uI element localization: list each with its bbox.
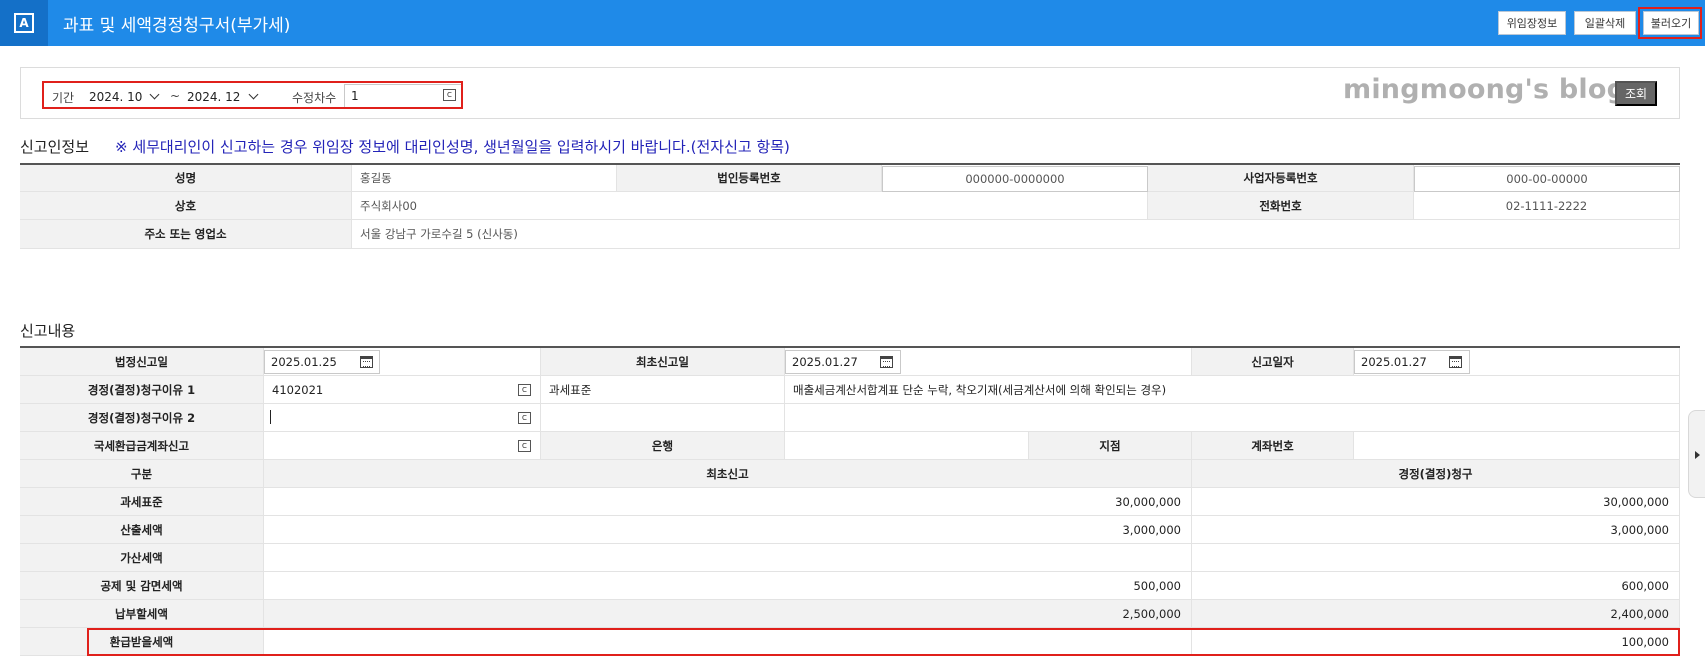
row-label: 환급받을세액: [20, 628, 264, 656]
refund-account-label: 국세환급금계좌신고: [20, 432, 264, 460]
calendar-icon[interactable]: [880, 356, 893, 368]
reason2-label: 경정(결정)청구이유 2: [20, 404, 264, 432]
row-label: 납부할세액: [20, 600, 264, 628]
col-initial-header: 최초신고: [264, 460, 1192, 488]
search-button[interactable]: 조회: [1615, 81, 1657, 106]
bulk-delete-button[interactable]: 일괄삭제: [1574, 11, 1636, 35]
code-lookup-icon[interactable]: C: [518, 440, 531, 452]
biz-reg-value: 000-00-00000: [1414, 166, 1680, 192]
row-initial-value: 30,000,000: [264, 488, 1192, 516]
row-claim-value: [1192, 544, 1680, 572]
corp-reg-label: 법인등록번호: [617, 165, 882, 192]
legal-date-value: 2025.01.25: [271, 355, 337, 369]
period-separator: ~: [170, 89, 181, 103]
report-date-label: 신고일자: [1192, 348, 1354, 376]
branch-label: 지점: [1029, 432, 1192, 460]
row-claim-value: 3,000,000: [1192, 516, 1680, 544]
scrollbar[interactable]: [1690, 48, 1702, 664]
reason1-code-value: 4102021: [272, 382, 324, 397]
code-lookup-icon[interactable]: C: [443, 89, 456, 101]
phone-value: 02-1111-2222: [1414, 192, 1680, 220]
page-title: 과표 및 세액경정청구서(부가세): [63, 16, 291, 36]
name-value: 홍길동: [352, 165, 617, 192]
account-label: 계좌번호: [1192, 432, 1354, 460]
notice-text: ※ 세무대리인이 신고하는 경우 위임장 정보에 대리인성명, 생년월일을 입력…: [115, 138, 790, 156]
app-icon: A: [14, 13, 34, 33]
bank-label: 은행: [541, 432, 785, 460]
row-label: 가산세액: [20, 544, 264, 572]
row-label: 과세표준: [20, 488, 264, 516]
bank-input[interactable]: [785, 432, 1029, 460]
row-claim-value: 2,400,000: [1192, 600, 1680, 628]
reason1-label: 경정(결정)청구이유 1: [20, 376, 264, 404]
initial-date-label: 최초신고일: [541, 348, 785, 376]
address-value: 서울 강남구 가로수길 5 (신사동): [352, 220, 1680, 249]
row-initial-value: 2,500,000: [264, 600, 1192, 628]
report-info-title: 신고인정보: [20, 138, 90, 156]
address-label: 주소 또는 영업소: [20, 220, 352, 249]
reason1-desc: 매출세금계산서합계표 단순 누락, 착오기재(세금계산서에 의해 확인되는 경우…: [785, 376, 1680, 404]
col-category-header: 구분: [20, 460, 264, 488]
row-initial-value: [264, 628, 1192, 656]
reason1-code-input[interactable]: 4102021: [264, 376, 541, 404]
period-label: 기간: [52, 91, 75, 105]
refund-account-input[interactable]: [264, 432, 541, 460]
side-panel-toggle[interactable]: [1688, 410, 1705, 498]
report-content-title: 신고내용: [20, 322, 76, 340]
load-button[interactable]: 불러오기: [1643, 11, 1699, 35]
row-claim-value: 600,000: [1192, 572, 1680, 600]
reason2-category: [541, 404, 785, 432]
row-claim-value: 30,000,000: [1192, 488, 1680, 516]
revision-value: 1: [351, 89, 359, 103]
row-initial-value: 3,000,000: [264, 516, 1192, 544]
name-label: 성명: [20, 165, 352, 192]
reason1-category: 과세표준: [541, 376, 785, 404]
report-date-value: 2025.01.27: [1361, 355, 1427, 369]
row-label: 산출세액: [20, 516, 264, 544]
delegate-info-button[interactable]: 위임장정보: [1498, 11, 1566, 35]
initial-date-value: 2025.01.27: [792, 355, 858, 369]
revision-label: 수정차수: [292, 91, 337, 105]
code-lookup-icon[interactable]: C: [518, 412, 531, 424]
biz-reg-label: 사업자등록번호: [1148, 165, 1414, 192]
company-value: 주식회사00: [352, 192, 1148, 220]
phone-label: 전화번호: [1148, 192, 1414, 220]
row-initial-value: [264, 544, 1192, 572]
calendar-icon[interactable]: [1449, 356, 1462, 368]
period-from-value: 2024. 10: [89, 90, 143, 104]
row-claim-value: 100,000: [1192, 628, 1680, 656]
calendar-icon[interactable]: [360, 356, 373, 368]
company-label: 상호: [20, 192, 352, 220]
legal-date-label: 법정신고일: [20, 348, 264, 376]
reason2-code-input[interactable]: [264, 404, 541, 432]
col-claim-header: 경정(결정)청구: [1192, 460, 1680, 488]
code-lookup-icon[interactable]: C: [518, 384, 531, 396]
row-initial-value: 500,000: [264, 572, 1192, 600]
account-input[interactable]: [1354, 432, 1680, 460]
blog-watermark: mingmoong's blog: [1343, 74, 1627, 105]
period-to-value: 2024. 12: [187, 90, 241, 104]
text-cursor: [270, 410, 271, 424]
app-icon-box[interactable]: A: [0, 0, 48, 46]
corp-reg-value: 000000-0000000: [882, 166, 1148, 192]
reason2-desc: [785, 404, 1680, 432]
row-label: 공제 및 감면세액: [20, 572, 264, 600]
